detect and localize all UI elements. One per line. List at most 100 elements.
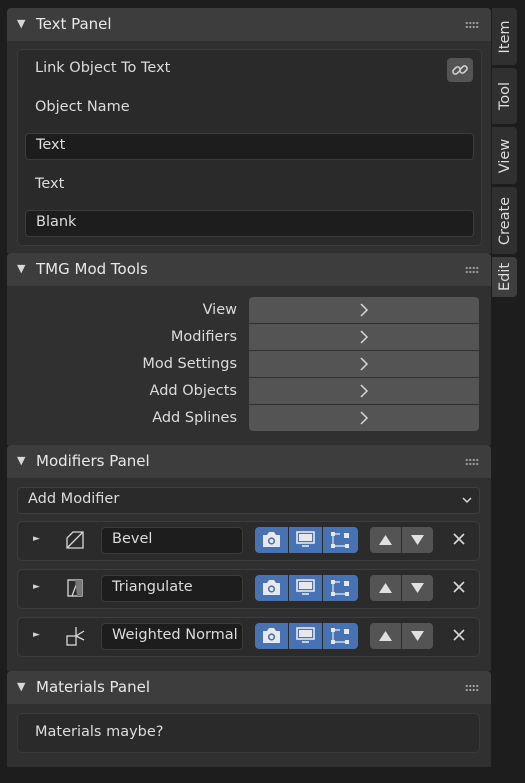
chevron-right-icon — [360, 330, 369, 344]
tab-tool[interactable]: Tool — [492, 68, 517, 124]
text-label: Text — [35, 176, 65, 192]
materials-text: Materials maybe? — [35, 724, 164, 740]
close-icon[interactable] — [452, 580, 466, 594]
move-up-button[interactable] — [370, 575, 401, 601]
expand-arrow-icon[interactable]: ► — [33, 534, 40, 544]
triangle-up-icon — [379, 535, 392, 545]
text-field[interactable]: Blank — [25, 210, 474, 237]
tab-edit[interactable]: Edit — [492, 257, 517, 297]
chevron-right-icon — [360, 303, 369, 317]
editmode-toggle-button[interactable] — [323, 623, 358, 649]
modifier-name: Weighted Normal — [112, 627, 238, 643]
triangle-down-icon — [411, 583, 424, 593]
move-up-button[interactable] — [370, 527, 401, 553]
render-toggle-button[interactable] — [255, 623, 288, 649]
triangle-down-icon — [411, 631, 424, 641]
triangulate-icon — [67, 579, 83, 597]
triangle-up-icon — [379, 583, 392, 593]
modifier-name-field[interactable]: Weighted Normal — [101, 623, 243, 650]
render-toggle-button[interactable] — [255, 575, 288, 601]
triangle-up-icon — [379, 631, 392, 641]
panel-title: Materials Panel — [36, 678, 150, 696]
materials-panel-body: Materials maybe? — [7, 704, 491, 767]
edit-mode-vertices-icon — [331, 580, 349, 596]
tab-label: Tool — [496, 81, 513, 111]
triangle-down-icon — [411, 535, 424, 545]
tmg-row-add-splines: Add Splines — [7, 405, 491, 432]
text-panel-body: Link Object To Text Object Name Text Tex… — [7, 41, 491, 253]
drag-grip-icon[interactable] — [465, 266, 479, 274]
panel-title: Text Panel — [36, 15, 112, 33]
camera-icon — [263, 580, 280, 595]
tab-create[interactable]: Create — [492, 187, 517, 254]
camera-icon — [263, 628, 280, 643]
edit-mode-vertices-icon — [331, 532, 349, 548]
view-expand-button[interactable] — [249, 297, 479, 323]
monitor-icon — [296, 579, 315, 595]
row-label: Mod Settings — [142, 356, 237, 372]
link-button[interactable] — [447, 58, 473, 82]
tab-item[interactable]: Item — [492, 8, 517, 65]
expand-arrow-icon[interactable]: ► — [33, 582, 40, 592]
edit-mode-vertices-icon — [331, 628, 349, 644]
chevron-down-icon — [462, 497, 472, 504]
camera-icon — [263, 532, 280, 547]
modifiers-panel-header[interactable]: ▼ Modifiers Panel — [7, 445, 491, 478]
materials-panel-header[interactable]: ▼ Materials Panel — [7, 671, 491, 704]
text-panel-box: Link Object To Text Object Name Text Tex… — [17, 49, 482, 246]
editmode-toggle-button[interactable] — [323, 575, 358, 601]
panel-title: TMG Mod Tools — [36, 260, 148, 278]
collapse-triangle-icon[interactable]: ▼ — [17, 680, 25, 693]
row-label: Modifiers — [170, 329, 237, 345]
add-modifier-label: Add Modifier — [28, 491, 120, 507]
close-icon[interactable] — [452, 532, 466, 546]
drag-grip-icon[interactable] — [465, 21, 479, 29]
expand-arrow-icon[interactable]: ► — [33, 630, 40, 640]
render-toggle-button[interactable] — [255, 527, 288, 553]
tab-label: Item — [496, 19, 513, 54]
chevron-right-icon — [360, 357, 369, 371]
row-label: View — [202, 302, 237, 318]
move-down-button[interactable] — [402, 527, 433, 553]
tmg-row-add-objects: Add Objects — [7, 378, 491, 405]
object-name-value: Text — [36, 137, 66, 153]
modifier-name: Bevel — [112, 531, 153, 547]
move-down-button[interactable] — [402, 623, 433, 649]
monitor-icon — [296, 627, 315, 643]
add-objects-expand-button[interactable] — [249, 378, 479, 404]
drag-grip-icon[interactable] — [465, 684, 479, 692]
drag-grip-icon[interactable] — [465, 458, 479, 466]
modifier-row-weighted-normal: ► Weighted Normal — [17, 617, 480, 657]
properties-region: ▼ Text Panel Link Object To Text Object … — [7, 8, 491, 767]
tmg-panel-header[interactable]: ▼ TMG Mod Tools — [7, 253, 491, 286]
row-label: Add Splines — [152, 410, 237, 426]
row-label: Add Objects — [149, 383, 237, 399]
move-up-button[interactable] — [370, 623, 401, 649]
add-splines-expand-button[interactable] — [249, 405, 479, 431]
tmg-row-view: View — [7, 297, 491, 324]
modifiers-expand-button[interactable] — [249, 324, 479, 350]
monitor-icon — [296, 531, 315, 547]
modifier-name-field[interactable]: Bevel — [101, 527, 243, 554]
collapse-triangle-icon[interactable]: ▼ — [17, 262, 25, 275]
collapse-triangle-icon[interactable]: ▼ — [17, 454, 25, 467]
materials-box: Materials maybe? — [17, 713, 480, 753]
viewport-toggle-button[interactable] — [289, 527, 322, 553]
modifier-name-field[interactable]: Triangulate — [101, 575, 243, 602]
editmode-toggle-button[interactable] — [323, 527, 358, 553]
object-name-field[interactable]: Text — [25, 133, 474, 160]
tab-label: Create — [496, 196, 513, 245]
close-icon[interactable] — [452, 628, 466, 642]
text-panel-header[interactable]: ▼ Text Panel — [7, 8, 491, 41]
modifier-row-triangulate: ► Triangulate — [17, 569, 480, 609]
tmg-row-mod-settings: Mod Settings — [7, 351, 491, 378]
tab-view[interactable]: View — [492, 127, 517, 184]
tab-label: Edit — [496, 262, 513, 292]
chevron-right-icon — [360, 384, 369, 398]
viewport-toggle-button[interactable] — [289, 575, 322, 601]
move-down-button[interactable] — [402, 575, 433, 601]
add-modifier-dropdown[interactable]: Add Modifier — [17, 487, 480, 514]
viewport-toggle-button[interactable] — [289, 623, 322, 649]
mod-settings-expand-button[interactable] — [249, 351, 479, 377]
collapse-triangle-icon[interactable]: ▼ — [17, 17, 25, 30]
